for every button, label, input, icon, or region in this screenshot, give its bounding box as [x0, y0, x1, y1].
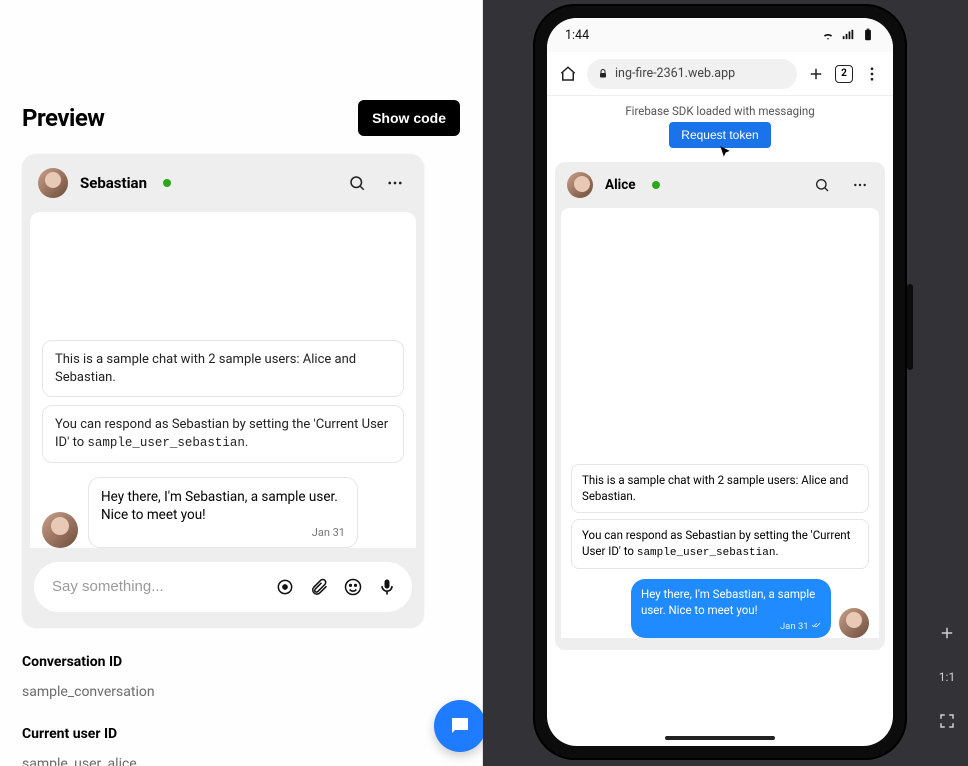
system-message-text: .	[775, 544, 778, 558]
battery-icon	[861, 28, 875, 42]
avatar	[567, 172, 593, 198]
cursor-icon	[718, 144, 732, 163]
chat-header: Sebastian	[22, 154, 424, 212]
zoom-in-icon[interactable]	[932, 618, 962, 648]
wifi-icon	[821, 28, 835, 42]
conversation-id-label: Conversation ID	[22, 654, 460, 670]
lock-icon	[597, 68, 609, 80]
mic-icon[interactable]	[376, 576, 398, 598]
system-message: This is a sample chat with 2 sample user…	[571, 464, 869, 513]
chat-header-name: Sebastian	[80, 174, 147, 192]
fullscreen-icon[interactable]	[932, 706, 962, 736]
current-user-id-label: Current user ID	[22, 726, 460, 742]
composer-input[interactable]	[52, 578, 262, 595]
tab-count[interactable]: 2	[835, 65, 853, 83]
message-date: Jan 31	[641, 620, 821, 634]
more-icon[interactable]	[847, 172, 873, 198]
show-code-button[interactable]: Show code	[358, 100, 460, 136]
browser-bar: ing-fire-2361.web.app 2	[547, 52, 893, 96]
status-time: 1:44	[565, 28, 589, 43]
avatar	[42, 512, 78, 548]
preview-title: Preview	[22, 104, 104, 132]
system-message-code: sample_user_sebastian	[87, 436, 245, 450]
search-icon[interactable]	[344, 170, 370, 196]
emulator-tools: 1:1	[932, 618, 962, 736]
search-icon[interactable]	[809, 172, 835, 198]
message-bubble: Hey there, I'm Sebastian, a sample user.…	[88, 477, 358, 548]
message-bubble-outgoing: Hey there, I'm Sebastian, a sample user.…	[631, 579, 831, 638]
current-user-id-value[interactable]: sample_user_alice	[22, 756, 460, 766]
system-message-code: sample_user_sebastian	[637, 547, 776, 559]
signal-icon	[841, 28, 855, 42]
message-date: Jan 31	[101, 526, 345, 541]
phone-chat-name: Alice	[605, 177, 636, 193]
emoji-icon[interactable]	[342, 576, 364, 598]
message-text: Hey there, I'm Sebastian, a sample user.…	[101, 489, 338, 523]
left-panel: Preview Show code Sebastian This is a sa…	[0, 0, 482, 766]
chat-preview-card: Sebastian This is a sample chat with 2 s…	[22, 154, 424, 628]
more-icon[interactable]	[382, 170, 408, 196]
message-row: Hey there, I'm Sebastian, a sample user.…	[571, 579, 869, 638]
zoom-reset-button[interactable]: 1:1	[932, 662, 962, 692]
phone-screen: 1:44 ing-fire-2361.web.app	[547, 18, 893, 746]
url-text: ing-fire-2361.web.app	[615, 66, 735, 81]
phone-chat-header: Alice	[555, 162, 885, 208]
system-message: You can respond as Sebastian by setting …	[571, 519, 869, 569]
online-indicator-icon	[652, 181, 660, 189]
composer-area	[22, 548, 424, 628]
read-receipt-icon	[811, 620, 821, 630]
home-icon[interactable]	[559, 65, 577, 83]
phone-chat-body: This is a sample chat with 2 sample user…	[561, 208, 879, 638]
new-tab-icon[interactable]	[807, 65, 825, 83]
attachment-icon[interactable]	[308, 576, 330, 598]
online-indicator-icon	[163, 179, 171, 187]
url-bar[interactable]: ing-fire-2361.web.app	[587, 59, 797, 89]
message-row: Hey there, I'm Sebastian, a sample user.…	[42, 477, 404, 548]
avatar	[38, 168, 68, 198]
location-icon[interactable]	[274, 576, 296, 598]
system-message-text: .	[245, 435, 248, 450]
right-panel: 1:44 ing-fire-2361.web.app	[483, 0, 968, 766]
home-indicator[interactable]	[665, 736, 775, 740]
system-message: This is a sample chat with 2 sample user…	[42, 340, 404, 397]
avatar	[839, 608, 869, 638]
support-chat-fab[interactable]	[434, 700, 486, 752]
system-message: You can respond as Sebastian by setting …	[42, 405, 404, 462]
browser-menu-icon[interactable]	[863, 65, 881, 83]
message-text: Hey there, I'm Sebastian, a sample user.…	[641, 587, 815, 617]
phone-chat-card: Alice This is a sample chat with 2 s	[555, 162, 885, 650]
composer	[34, 562, 412, 612]
phone-frame: 1:44 ing-fire-2361.web.app	[533, 4, 907, 760]
conversation-id-value[interactable]: sample_conversation	[22, 684, 460, 700]
status-bar: 1:44	[547, 18, 893, 52]
chat-body: This is a sample chat with 2 sample user…	[30, 212, 416, 548]
sdk-status-text: Firebase SDK loaded with messaging	[547, 96, 893, 122]
